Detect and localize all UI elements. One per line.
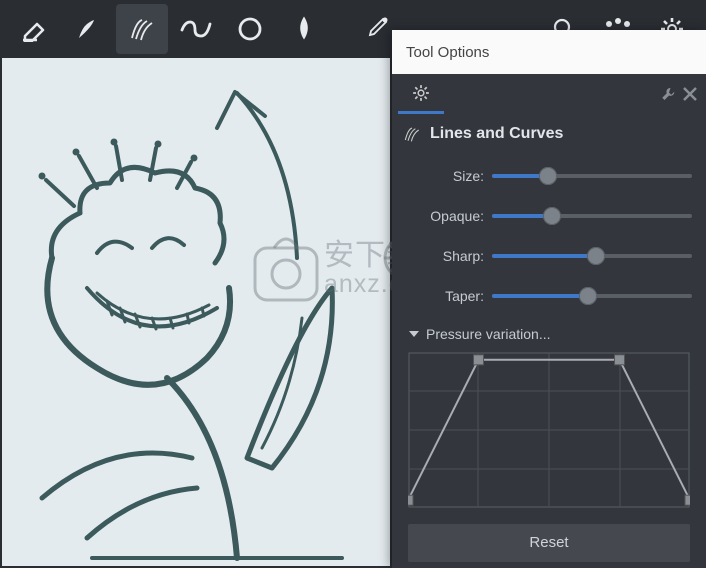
slider-thumb[interactable] xyxy=(587,247,605,265)
tool-squiggle[interactable] xyxy=(170,4,222,54)
tool-options-panel: Tool Options Lines and Curves Size: Opaqu… xyxy=(392,30,706,568)
slider-thumb[interactable] xyxy=(543,207,561,225)
slider-row-1: Opaque: xyxy=(392,196,692,236)
brush-icon xyxy=(73,14,103,44)
slider-label: Taper: xyxy=(392,288,492,304)
tool-circle[interactable] xyxy=(224,4,276,54)
slider-label: Size: xyxy=(392,168,492,184)
lines-icon xyxy=(127,14,157,44)
reset-button[interactable]: Reset xyxy=(408,524,690,562)
slider-track[interactable] xyxy=(492,174,692,178)
panel-title: Tool Options xyxy=(392,30,706,74)
dropper-icon xyxy=(363,16,389,42)
pressure-handle[interactable] xyxy=(408,495,413,505)
wrench-icon[interactable] xyxy=(660,85,678,103)
chevron-down-icon xyxy=(408,328,420,340)
canvas[interactable] xyxy=(2,58,390,566)
close-icon[interactable] xyxy=(682,86,698,102)
tool-eraser[interactable] xyxy=(8,4,60,54)
slider-row-3: Taper: xyxy=(392,276,692,316)
pressure-handle[interactable] xyxy=(474,355,484,365)
eraser-icon xyxy=(19,16,49,42)
pressure-label: Pressure variation... xyxy=(426,326,551,342)
slider-row-2: Sharp: xyxy=(392,236,692,276)
pressure-handle[interactable] xyxy=(615,355,625,365)
panel-tab-options[interactable] xyxy=(398,74,444,114)
lines-icon xyxy=(402,124,422,144)
slider-label: Sharp: xyxy=(392,248,492,264)
slider-track[interactable] xyxy=(492,294,692,298)
squiggle-icon xyxy=(179,16,213,42)
slider-thumb[interactable] xyxy=(539,167,557,185)
tool-pen[interactable] xyxy=(278,4,330,54)
slider-track[interactable] xyxy=(492,254,692,258)
slider-thumb[interactable] xyxy=(579,287,597,305)
slider-label: Opaque: xyxy=(392,208,492,224)
slider-row-0: Size: xyxy=(392,156,692,196)
pressure-handle[interactable] xyxy=(685,495,690,505)
tool-brush[interactable] xyxy=(62,4,114,54)
drawing-content xyxy=(2,58,390,566)
pressure-toggle[interactable]: Pressure variation... xyxy=(392,316,706,348)
circle-icon xyxy=(236,15,264,43)
panel-tabbar xyxy=(392,74,706,114)
tool-lines-curves[interactable] xyxy=(116,4,168,54)
pressure-graph[interactable] xyxy=(408,352,690,508)
section-title: Lines and Curves xyxy=(430,125,563,143)
slider-track[interactable] xyxy=(492,214,692,218)
section-header: Lines and Curves xyxy=(392,114,706,152)
sliders-group: Size: Opaque: Sharp: Taper: xyxy=(392,152,706,316)
pen-icon xyxy=(290,15,318,43)
gear-icon xyxy=(411,83,431,103)
